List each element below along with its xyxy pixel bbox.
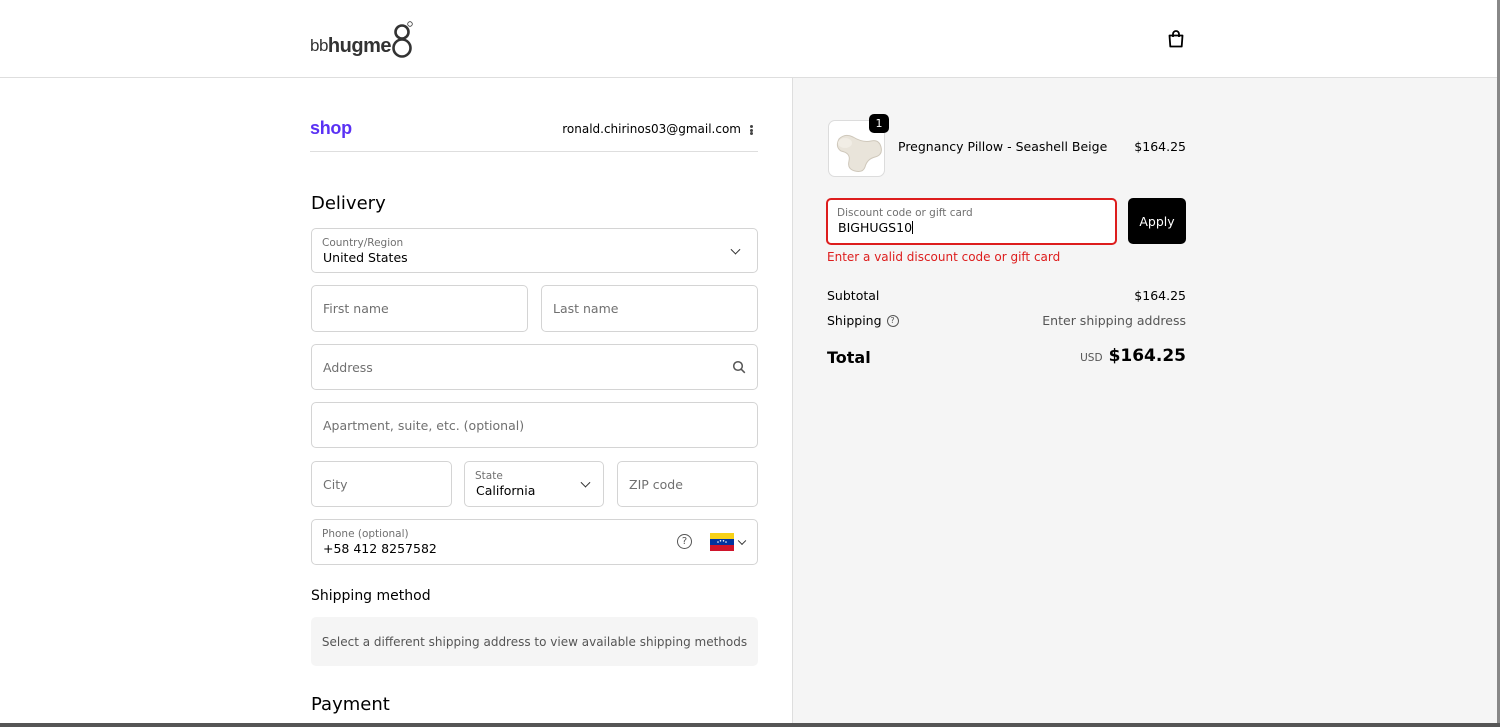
address-placeholder: Address <box>323 359 373 375</box>
subtotal-value: $164.25 <box>1134 288 1186 303</box>
city-placeholder: City <box>323 476 348 492</box>
site-header: bb hugme <box>0 0 1500 78</box>
shipping-label: Shipping <box>827 313 882 328</box>
zip-placeholder: ZIP code <box>629 476 683 492</box>
shipping-method-heading: Shipping method <box>311 588 431 604</box>
first-name-field[interactable]: First name <box>311 285 528 332</box>
shipping-method-notice: Select a different shipping address to v… <box>311 617 758 666</box>
chevron-down-icon <box>730 244 741 255</box>
first-name-placeholder: First name <box>323 301 389 316</box>
country-label: Country/Region <box>322 237 404 249</box>
product-name: Pregnancy Pillow - Seashell Beige <box>898 139 1108 154</box>
chevron-down-icon <box>737 536 747 546</box>
discount-code-input[interactable]: Discount code or gift card BIGHUGS10 <box>826 198 1117 245</box>
help-icon[interactable]: ? <box>886 314 899 327</box>
city-field[interactable]: City <box>311 461 452 507</box>
country-value: United States <box>323 250 408 265</box>
apply-button[interactable]: Apply <box>1128 198 1186 244</box>
bbhugme-logo[interactable]: bb hugme <box>310 18 413 60</box>
search-icon[interactable] <box>732 360 746 374</box>
logo-main: hugme <box>327 35 392 57</box>
shipping-value: Enter shipping address <box>1042 313 1186 328</box>
help-icon[interactable]: ? <box>677 534 692 549</box>
phone-label: Phone (optional) <box>322 528 409 540</box>
delivery-heading: Delivery <box>311 193 386 214</box>
more-options-icon[interactable] <box>747 122 755 138</box>
subtotal-row: Subtotal $164.25 <box>827 288 1186 303</box>
discount-error-message: Enter a valid discount code or gift card <box>827 250 1061 264</box>
country-select[interactable]: Country/Region United States <box>311 228 758 273</box>
venezuela-flag-icon[interactable] <box>710 533 734 551</box>
subtotal-label: Subtotal <box>827 288 880 303</box>
discount-value: BIGHUGS10 <box>838 220 914 235</box>
currency-code: USD <box>1080 352 1103 364</box>
zip-field[interactable]: ZIP code <box>617 461 758 507</box>
last-name-field[interactable]: Last name <box>541 285 758 332</box>
total-row: Total USD $164.25 <box>827 346 1186 370</box>
state-select[interactable]: State California <box>464 461 604 507</box>
shop-pay-logo: shop <box>310 118 352 138</box>
total-value: $164.25 <box>1108 346 1186 366</box>
apartment-field[interactable]: Apartment, suite, etc. (optional) <box>311 402 758 448</box>
checkout-form-panel: shop ronald.chirinos03@gmail.com Deliver… <box>0 78 793 727</box>
account-email: ronald.chirinos03@gmail.com <box>562 122 741 136</box>
shipping-row: Shipping? Enter shipping address <box>827 313 1186 328</box>
apartment-placeholder: Apartment, suite, etc. (optional) <box>323 417 525 433</box>
total-label: Total <box>827 348 871 367</box>
quantity-badge: 1 <box>869 114 889 133</box>
discount-label: Discount code or gift card <box>837 207 973 219</box>
state-value: California <box>476 483 536 498</box>
phone-value: +58 412 8257582 <box>323 541 437 556</box>
shopping-bag-icon[interactable] <box>1166 29 1186 49</box>
state-label: State <box>475 470 503 482</box>
logo-prefix: bb <box>310 36 328 55</box>
bottom-edge <box>0 723 1500 727</box>
product-price: $164.25 <box>1134 139 1186 154</box>
chevron-down-icon <box>580 477 591 488</box>
address-field[interactable]: Address <box>311 344 758 390</box>
shop-account-row: shop ronald.chirinos03@gmail.com <box>310 116 758 152</box>
logo-eight-icon <box>392 21 413 58</box>
last-name-placeholder: Last name <box>553 301 619 316</box>
phone-field[interactable]: Phone (optional) +58 412 8257582 ? <box>311 519 758 565</box>
payment-heading: Payment <box>311 694 390 715</box>
order-summary-panel <box>793 78 1500 727</box>
